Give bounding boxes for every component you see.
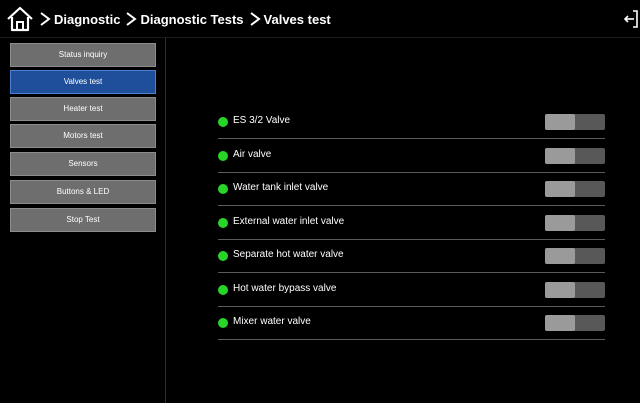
toggle-knob bbox=[545, 315, 575, 331]
status-indicator bbox=[218, 285, 228, 295]
valve-toggle-es-3-2[interactable] bbox=[545, 114, 605, 130]
chevron-right-icon bbox=[126, 12, 138, 26]
valve-row-water-tank-inlet: Water tank inlet valve bbox=[218, 172, 605, 206]
stop-test-button[interactable]: Stop Test bbox=[10, 208, 156, 232]
valve-label: Separate hot water valve bbox=[233, 249, 344, 260]
chevron-right-icon bbox=[40, 12, 51, 26]
valves-test-button[interactable]: Valves test bbox=[10, 70, 156, 94]
breadcrumb-current: Valves test bbox=[263, 11, 331, 27]
status-inquiry-button[interactable]: Status inquiry bbox=[10, 43, 156, 67]
home-icon[interactable] bbox=[6, 5, 34, 33]
valve-label: External water inlet valve bbox=[233, 216, 345, 227]
valve-label: Mixer water valve bbox=[233, 316, 311, 327]
valve-toggle-hot-water-bypass[interactable] bbox=[545, 282, 605, 298]
valve-row-air: Air valve bbox=[218, 139, 605, 173]
valve-row-es-3-2: ES 3/2 Valve bbox=[218, 105, 605, 139]
status-indicator bbox=[218, 318, 228, 328]
heater-test-button[interactable]: Heater test bbox=[10, 97, 156, 121]
motors-test-button[interactable]: Motors test bbox=[10, 124, 156, 148]
toggle-knob bbox=[545, 248, 575, 264]
sensors-button[interactable]: Sensors bbox=[10, 152, 156, 176]
toggle-knob bbox=[545, 215, 575, 231]
exit-icon[interactable] bbox=[624, 10, 638, 28]
valve-label: Water tank inlet valve bbox=[233, 182, 329, 193]
toggle-knob bbox=[545, 114, 575, 130]
valve-toggle-water-tank-inlet[interactable] bbox=[545, 181, 605, 197]
valve-toggle-external-water-inlet[interactable] bbox=[545, 215, 605, 231]
valve-label: Air valve bbox=[233, 149, 272, 160]
valve-label: Hot water bypass valve bbox=[233, 283, 337, 294]
buttons-led-button[interactable]: Buttons & LED bbox=[10, 180, 156, 204]
valve-row-separate-hot-water: Separate hot water valve bbox=[218, 239, 605, 273]
toggle-knob bbox=[545, 181, 575, 197]
valve-row-external-water-inlet: External water inlet valve bbox=[218, 206, 605, 240]
breadcrumb-diagnostic[interactable]: Diagnostic bbox=[54, 12, 120, 27]
top-bar: Diagnostic Diagnostic Tests Valves test bbox=[0, 0, 640, 38]
toggle-knob bbox=[545, 148, 575, 164]
valve-row-hot-water-bypass: Hot water bypass valve bbox=[218, 273, 605, 307]
valve-toggle-air[interactable] bbox=[545, 148, 605, 164]
status-indicator bbox=[218, 151, 228, 161]
breadcrumb: Diagnostic Diagnostic Tests Valves test bbox=[38, 9, 335, 29]
status-indicator bbox=[218, 251, 228, 261]
toggle-knob bbox=[545, 282, 575, 298]
valve-toggle-mixer-water[interactable] bbox=[545, 315, 605, 331]
status-indicator bbox=[218, 184, 228, 194]
status-indicator bbox=[218, 218, 228, 228]
valve-row-mixer-water: Mixer water valve bbox=[218, 306, 605, 340]
valve-toggle-separate-hot-water[interactable] bbox=[545, 248, 605, 264]
sidebar: Status inquiry Valves test Heater test M… bbox=[0, 38, 166, 403]
chevron-right-icon bbox=[249, 12, 261, 26]
valve-label: ES 3/2 Valve bbox=[233, 115, 291, 126]
breadcrumb-diagnostic-tests[interactable]: Diagnostic Tests bbox=[140, 12, 243, 27]
status-indicator bbox=[218, 117, 228, 127]
